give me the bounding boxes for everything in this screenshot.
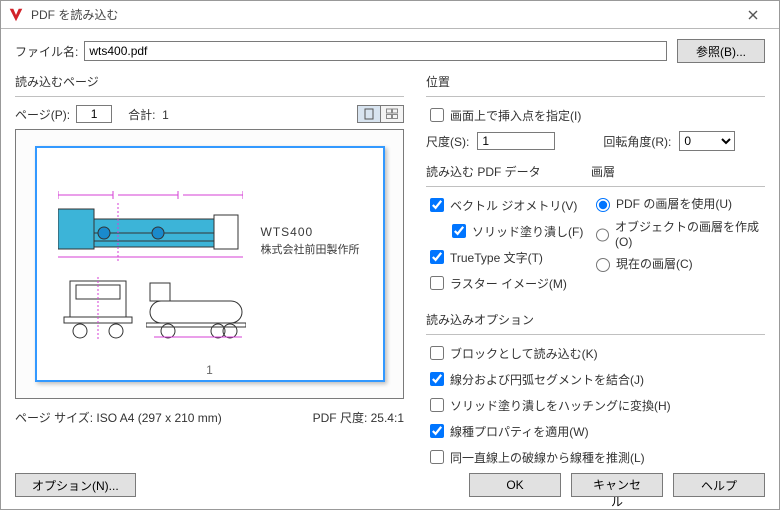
solid-to-hatch-checkbox[interactable] (430, 398, 444, 412)
create-obj-layers-radio[interactable] (596, 228, 609, 242)
total-label: 合計: 1 (128, 106, 169, 123)
create-obj-layers-label: オブジェクトの画層を作成(O) (615, 218, 765, 249)
join-arcs-checkbox[interactable] (430, 372, 444, 386)
drawing-title: WTS400 (261, 225, 314, 239)
vector-geom-label: ベクトル ジオメトリ(V) (450, 197, 577, 214)
page-size-label: ページ サイズ: ISO A4 (297 x 210 mm) (15, 409, 222, 426)
rotation-select[interactable]: 0 (679, 131, 735, 151)
ok-button[interactable]: OK (469, 473, 561, 497)
single-page-icon (362, 108, 376, 120)
current-layer-radio[interactable] (596, 258, 610, 272)
view-single-button[interactable] (357, 105, 381, 123)
window-title: PDF を読み込む (31, 1, 733, 29)
rotation-label: 回転角度(R): (603, 133, 671, 150)
view-grid-button[interactable] (380, 105, 404, 123)
use-pdf-layers-radio[interactable] (596, 198, 610, 212)
button-bar: オプション(N)... OK キャンセル ヘルプ (15, 473, 765, 497)
solid-fill-checkbox[interactable] (452, 224, 466, 238)
close-button[interactable] (733, 2, 773, 28)
solid-to-hatch-label: ソリッド塗り潰しをハッチングに変換(H) (450, 397, 671, 414)
scale-input[interactable] (477, 132, 555, 150)
current-layer-label: 現在の画層(C) (616, 255, 693, 272)
use-pdf-layers-label: PDF の画層を使用(U) (616, 195, 732, 212)
pdfdata-title: 読み込む PDF データ (426, 163, 591, 180)
cancel-button[interactable]: キャンセル (571, 473, 663, 497)
apply-ltype-checkbox[interactable] (430, 424, 444, 438)
help-button[interactable]: ヘルプ (673, 473, 765, 497)
preview-info: ページ サイズ: ISO A4 (297 x 210 mm) PDF 尺度: 2… (15, 409, 404, 426)
solid-fill-label: ソリッド塗り潰し(F) (472, 223, 583, 240)
preview-page-number: 1 (206, 363, 213, 377)
pages-section-title: 読み込むページ (15, 73, 404, 90)
close-icon (748, 10, 758, 20)
import-pdf-dialog: PDF を読み込む ファイル名: 参照(B)... 読み込むページ ページ(P)… (0, 0, 780, 510)
specify-onscreen-label: 画面上で挿入点を指定(I) (450, 107, 581, 124)
page-controls: ページ(P): 合計: 1 (15, 105, 404, 123)
preview-page: WTS400 株式会社前田製作所 1 (35, 146, 385, 382)
page-label: ページ(P): (15, 106, 70, 123)
app-icon (7, 6, 25, 24)
raster-checkbox[interactable] (430, 276, 444, 290)
pdf-scale: PDF 尺度: 25.4:1 (313, 409, 404, 426)
browse-button[interactable]: 参照(B)... (677, 39, 765, 63)
vector-geom-checkbox[interactable] (430, 198, 444, 212)
layer-title: 画層 (591, 163, 765, 180)
scale-label: 尺度(S): (426, 133, 469, 150)
file-label: ファイル名: (15, 43, 78, 60)
truck-front-view (58, 277, 138, 339)
grid-icon (385, 108, 399, 120)
page-preview[interactable]: WTS400 株式会社前田製作所 1 (15, 129, 404, 399)
importopts-title: 読み込みオプション (426, 311, 765, 328)
dimension-marks (58, 187, 243, 202)
file-row: ファイル名: 参照(B)... (15, 39, 765, 63)
options-button[interactable]: オプション(N)... (15, 473, 136, 497)
join-arcs-label: 線分および円弧セグメントを結合(J) (450, 371, 644, 388)
infer-dashed-label: 同一直線上の破線から線種を推測(L) (450, 449, 645, 466)
placement-title: 位置 (426, 73, 765, 90)
apply-ltype-label: 線種プロパティを適用(W) (450, 423, 589, 440)
truetype-checkbox[interactable] (430, 250, 444, 264)
drawing-subtitle: 株式会社前田製作所 (261, 241, 360, 257)
file-input[interactable] (84, 41, 667, 61)
titlebar: PDF を読み込む (1, 1, 779, 29)
specify-onscreen-checkbox[interactable] (430, 108, 444, 122)
infer-dashed-checkbox[interactable] (430, 450, 444, 464)
truck-side-view (58, 201, 243, 263)
page-input[interactable] (76, 105, 112, 123)
as-block-label: ブロックとして読み込む(K) (450, 345, 598, 362)
raster-label: ラスター イメージ(M) (450, 275, 567, 292)
as-block-checkbox[interactable] (430, 346, 444, 360)
truetype-label: TrueType 文字(T) (450, 249, 543, 266)
truck-tank-view (146, 277, 246, 339)
